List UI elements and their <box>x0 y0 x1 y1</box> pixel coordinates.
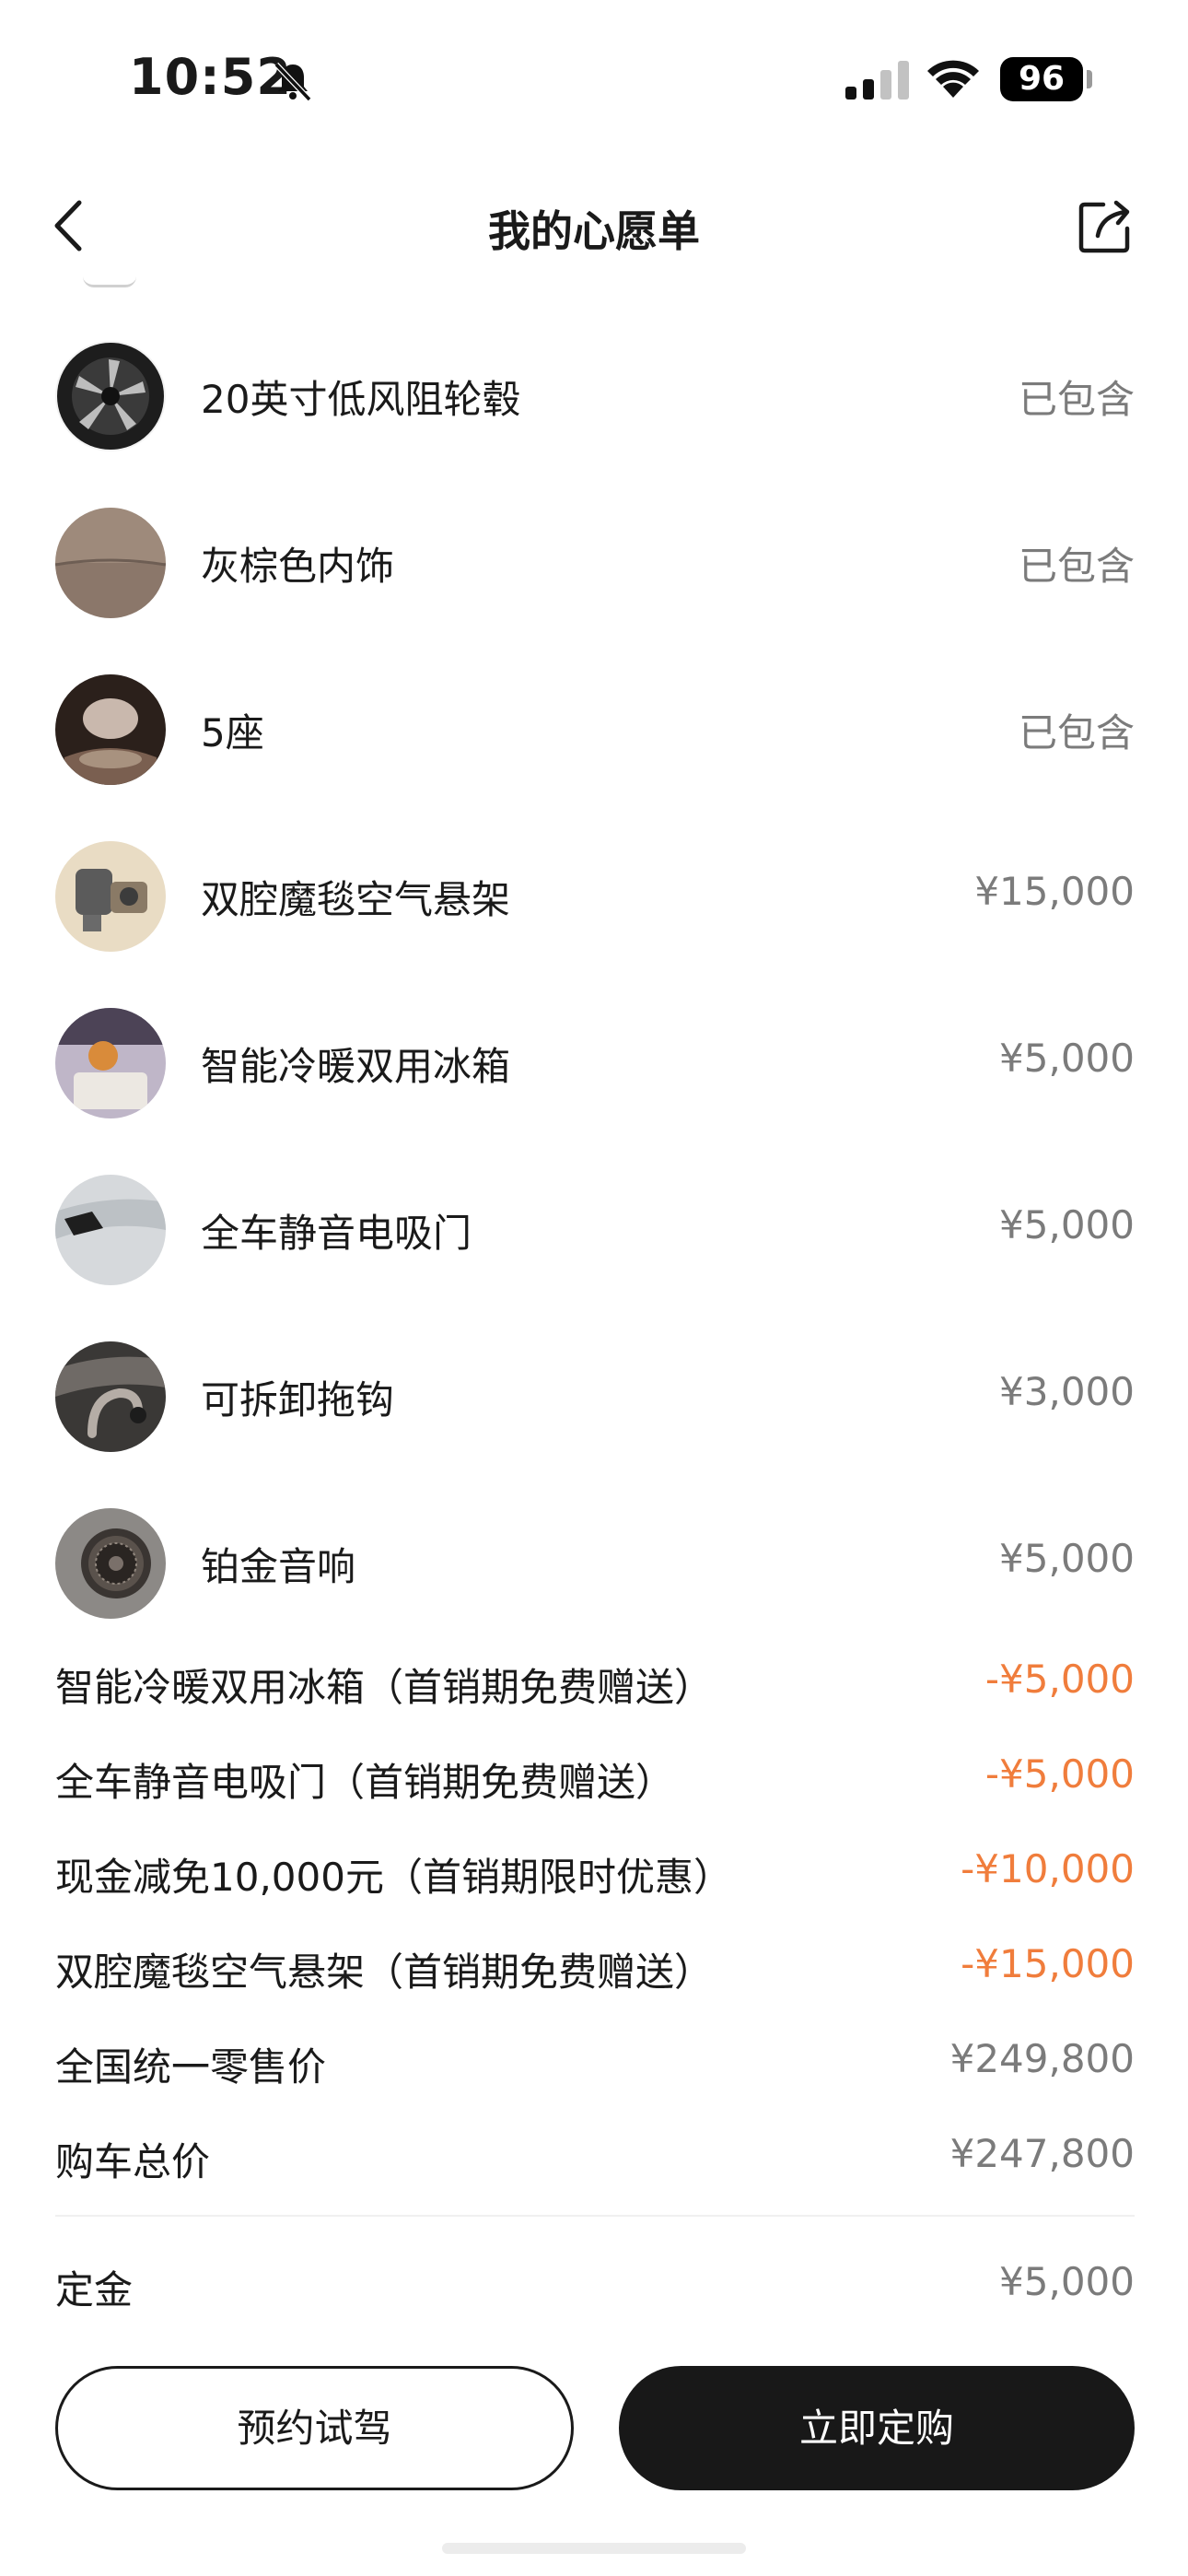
interior-fabric-thumbnail <box>55 508 166 618</box>
option-name: 5座 <box>201 710 264 755</box>
summary-row: 智能冷暖双用冰箱（首销期免费赠送） -¥5,000 <box>0 1647 1188 1742</box>
battery-level: 96 <box>1018 60 1066 98</box>
option-row-seats[interactable]: 5座 已包含 <box>0 674 1188 841</box>
option-name: 智能冷暖双用冰箱 <box>201 1044 511 1089</box>
status-time: 10:52 <box>129 48 292 106</box>
summary-row: 现金减免10,000元（首销期限时优惠） -¥10,000 <box>0 1837 1188 1932</box>
summary-discount-value: -¥5,000 <box>984 1657 1135 1702</box>
bell-slash-icon <box>274 62 312 102</box>
summary-label: 全车静音电吸门（首销期免费赠送） <box>55 1760 675 1805</box>
retail-price-value: ¥249,800 <box>949 2036 1135 2081</box>
status-bar: 10:52 96 <box>0 0 1188 166</box>
option-price: ¥15,000 <box>974 869 1135 914</box>
seat-thumbnail <box>55 674 166 785</box>
nav-bar: 我的心愿单 <box>0 166 1188 286</box>
summary-row-retail-price: 全国统一零售价 ¥249,800 <box>0 2027 1188 2122</box>
option-price: ¥5,000 <box>999 1202 1135 1247</box>
summary-discount-value: -¥5,000 <box>984 1751 1135 1797</box>
summary-row: 双腔魔毯空气悬架（首销期免费赠送） -¥15,000 <box>0 1932 1188 2027</box>
summary-label: 全国统一零售价 <box>55 2044 327 2090</box>
air-suspension-thumbnail <box>55 841 166 952</box>
option-name: 20英寸低风阻轮毂 <box>201 377 521 422</box>
option-row-air-suspension[interactable]: 双腔魔毯空气悬架 ¥15,000 <box>0 841 1188 1008</box>
option-price: 已包含 <box>1018 544 1135 589</box>
summary-row-total-price: 购车总价 ¥247,800 <box>0 2122 1188 2217</box>
option-list: 20英寸低风阻轮毂 已包含 灰棕色内饰 已包含 5座 已包含 双腔魔毯空气悬架 … <box>0 341 1188 1675</box>
option-price: ¥3,000 <box>999 1369 1135 1414</box>
deposit-value: ¥5,000 <box>999 2259 1135 2304</box>
previous-item-edge <box>83 276 136 287</box>
summary-label: 双腔魔毯空气悬架（首销期免费赠送） <box>55 1950 714 1995</box>
soft-close-door-thumbnail <box>55 1175 166 1285</box>
summary-discount-value: -¥10,000 <box>961 1846 1135 1891</box>
battery-icon: 96 <box>1000 57 1083 101</box>
option-name: 可拆卸拖钩 <box>201 1377 395 1423</box>
option-name: 铂金音响 <box>201 1544 356 1589</box>
option-price: ¥5,000 <box>999 1036 1135 1081</box>
order-now-button[interactable]: 立即定购 <box>619 2366 1135 2490</box>
option-row-interior[interactable]: 灰棕色内饰 已包含 <box>0 508 1188 674</box>
option-row-soft-close-door[interactable]: 全车静音电吸门 ¥5,000 <box>0 1175 1188 1341</box>
option-name: 灰棕色内饰 <box>201 544 395 589</box>
option-name: 全车静音电吸门 <box>201 1211 472 1256</box>
battery-tip <box>1087 70 1092 88</box>
deposit-label: 定金 <box>55 2267 134 2313</box>
option-name: 双腔魔毯空气悬架 <box>201 877 511 922</box>
option-row-fridge[interactable]: 智能冷暖双用冰箱 ¥5,000 <box>0 1008 1188 1175</box>
summary-label: 智能冷暖双用冰箱（首销期免费赠送） <box>55 1665 714 1710</box>
divider <box>55 2215 1135 2217</box>
page-title: 我的心愿单 <box>488 206 700 256</box>
summary-label: 现金减免10,000元（首销期限时优惠） <box>55 1855 732 1900</box>
summary-row: 全车静音电吸门（首销期免费赠送） -¥5,000 <box>0 1742 1188 1837</box>
option-price: 已包含 <box>1018 377 1135 422</box>
price-summary: 智能冷暖双用冰箱（首销期免费赠送） -¥5,000 全车静音电吸门（首销期免费赠… <box>0 1647 1188 2217</box>
summary-discount-value: -¥15,000 <box>961 1941 1135 1986</box>
option-row-wheel[interactable]: 20英寸低风阻轮毂 已包含 <box>0 341 1188 508</box>
home-indicator[interactable] <box>442 2543 746 2554</box>
speaker-thumbnail <box>55 1508 166 1619</box>
test-drive-button[interactable]: 预约试驾 <box>55 2366 574 2490</box>
total-price-value: ¥247,800 <box>949 2131 1135 2176</box>
option-row-tow-hook[interactable]: 可拆卸拖钩 ¥3,000 <box>0 1341 1188 1508</box>
fridge-thumbnail <box>55 1008 166 1118</box>
option-price: 已包含 <box>1018 710 1135 755</box>
summary-label: 购车总价 <box>55 2139 211 2184</box>
share-icon[interactable] <box>1076 195 1136 256</box>
option-price: ¥5,000 <box>999 1536 1135 1581</box>
wifi-icon <box>927 60 979 98</box>
cellular-signal-icon <box>845 61 909 100</box>
tow-hook-thumbnail <box>55 1341 166 1452</box>
wheel-thumbnail <box>55 341 166 451</box>
